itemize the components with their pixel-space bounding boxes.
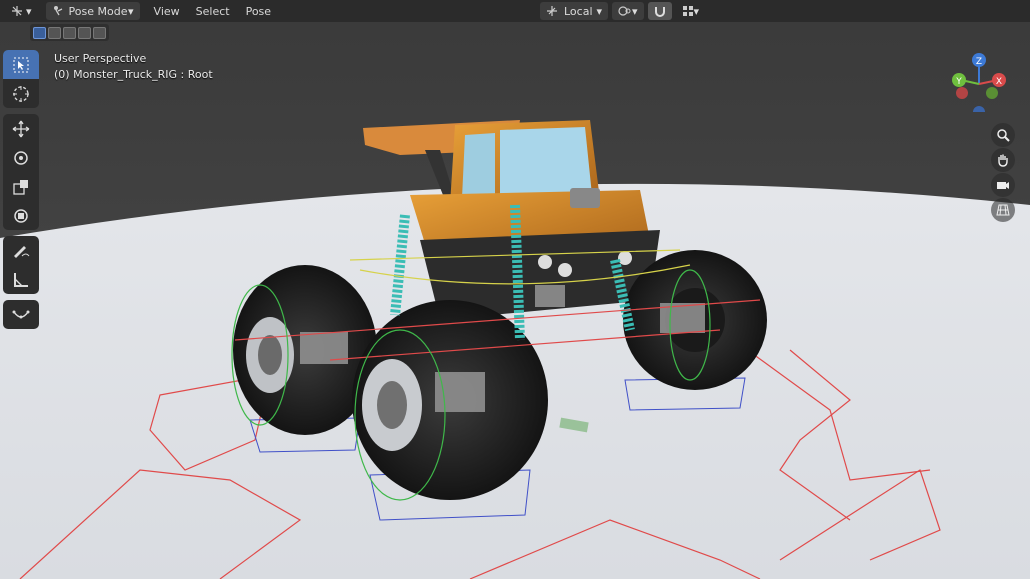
move-tool[interactable] bbox=[3, 114, 39, 143]
chevron-down-icon: ▾ bbox=[596, 4, 602, 18]
gizmo-axes-icon bbox=[12, 6, 22, 16]
axis-gizmo: Z X Y bbox=[952, 53, 1006, 112]
transform-tool[interactable] bbox=[3, 201, 39, 230]
move-icon bbox=[12, 120, 30, 137]
snap-toggle[interactable] bbox=[647, 2, 672, 20]
annotate-tool[interactable] bbox=[3, 236, 39, 265]
select-invert-icon[interactable] bbox=[78, 26, 91, 39]
perspective-toggle-button[interactable] bbox=[991, 198, 1015, 222]
orientation-label: Local bbox=[564, 4, 593, 18]
menu-pose[interactable]: Pose bbox=[238, 5, 279, 18]
axle-bone-center bbox=[535, 285, 565, 307]
axle-bone-front bbox=[435, 372, 485, 412]
selection-mode-bar bbox=[30, 24, 109, 41]
measure-tool[interactable] bbox=[3, 265, 39, 294]
zoom-button[interactable] bbox=[991, 123, 1015, 147]
pivot-point-dropdown[interactable]: ▾ bbox=[612, 2, 644, 20]
magnet-icon bbox=[654, 7, 665, 17]
rotate-icon bbox=[14, 150, 28, 165]
select-subtract-icon[interactable] bbox=[63, 26, 76, 39]
scale-tool[interactable] bbox=[3, 172, 39, 201]
viewport-header: ▾ Pose Mode ▾ View Select Pose Local ▾ ▾… bbox=[0, 0, 1030, 22]
tool-shelf bbox=[3, 50, 39, 335]
cursor-icon bbox=[13, 85, 29, 102]
menu-select[interactable]: Select bbox=[188, 5, 238, 18]
transform-orientation-dropdown[interactable]: Local ▾ bbox=[540, 2, 608, 20]
select-box-icon bbox=[13, 57, 29, 72]
snap-grid-icon bbox=[682, 6, 693, 16]
tool-group-transform bbox=[3, 114, 39, 230]
select-extend-icon[interactable] bbox=[48, 26, 61, 39]
3d-viewport[interactable] bbox=[0, 0, 1030, 579]
tool-group-bone bbox=[3, 300, 39, 329]
cursor-tool[interactable] bbox=[3, 79, 39, 108]
mode-label: Pose Mode bbox=[68, 4, 128, 18]
editor-type-button[interactable]: ▾ bbox=[4, 2, 38, 20]
snap-target-dropdown[interactable]: ▾ bbox=[676, 2, 706, 20]
pivot-icon bbox=[618, 6, 631, 16]
camera-icon bbox=[997, 182, 1009, 189]
gizmo-x-label: X bbox=[996, 77, 1002, 87]
viewport-scene bbox=[0, 0, 1030, 579]
chevron-down-icon: ▾ bbox=[26, 4, 32, 18]
select-new-icon[interactable] bbox=[33, 26, 46, 39]
grid-perspective-icon bbox=[996, 204, 1010, 216]
scale-icon bbox=[13, 179, 28, 195]
active-object-label: (0) Monster_Truck_RIG : Root bbox=[54, 68, 213, 81]
mode-dropdown[interactable]: Pose Mode ▾ bbox=[45, 2, 140, 20]
tool-group-annotate bbox=[3, 236, 39, 294]
chevron-down-icon: ▾ bbox=[693, 4, 700, 18]
bone-curve-tool[interactable] bbox=[3, 300, 39, 329]
hand-pan-icon bbox=[998, 154, 1008, 167]
rotate-tool[interactable] bbox=[3, 143, 39, 172]
menu-view[interactable]: View bbox=[146, 5, 188, 18]
chevron-down-icon: ▾ bbox=[128, 4, 134, 18]
gizmo-z-label: Z bbox=[976, 57, 982, 67]
annotate-icon bbox=[14, 245, 30, 258]
gizmo-y-label: Y bbox=[955, 77, 962, 87]
tool-group-select bbox=[3, 50, 39, 108]
view-name: User Perspective bbox=[54, 52, 147, 65]
bone-curve-icon bbox=[12, 310, 30, 318]
orientation-icon bbox=[547, 6, 557, 16]
pan-button[interactable] bbox=[991, 148, 1015, 172]
transform-icon bbox=[14, 208, 28, 223]
select-box-tool[interactable] bbox=[3, 50, 39, 79]
navigation-gizmo[interactable]: Z X Y bbox=[948, 50, 1010, 112]
chevron-down-icon: ▾ bbox=[632, 4, 638, 18]
camera-view-button[interactable] bbox=[991, 173, 1015, 197]
select-intersect-icon[interactable] bbox=[93, 26, 106, 39]
measure-icon bbox=[14, 272, 28, 287]
pose-mode-icon bbox=[53, 6, 62, 16]
zoom-icon bbox=[997, 129, 1010, 142]
